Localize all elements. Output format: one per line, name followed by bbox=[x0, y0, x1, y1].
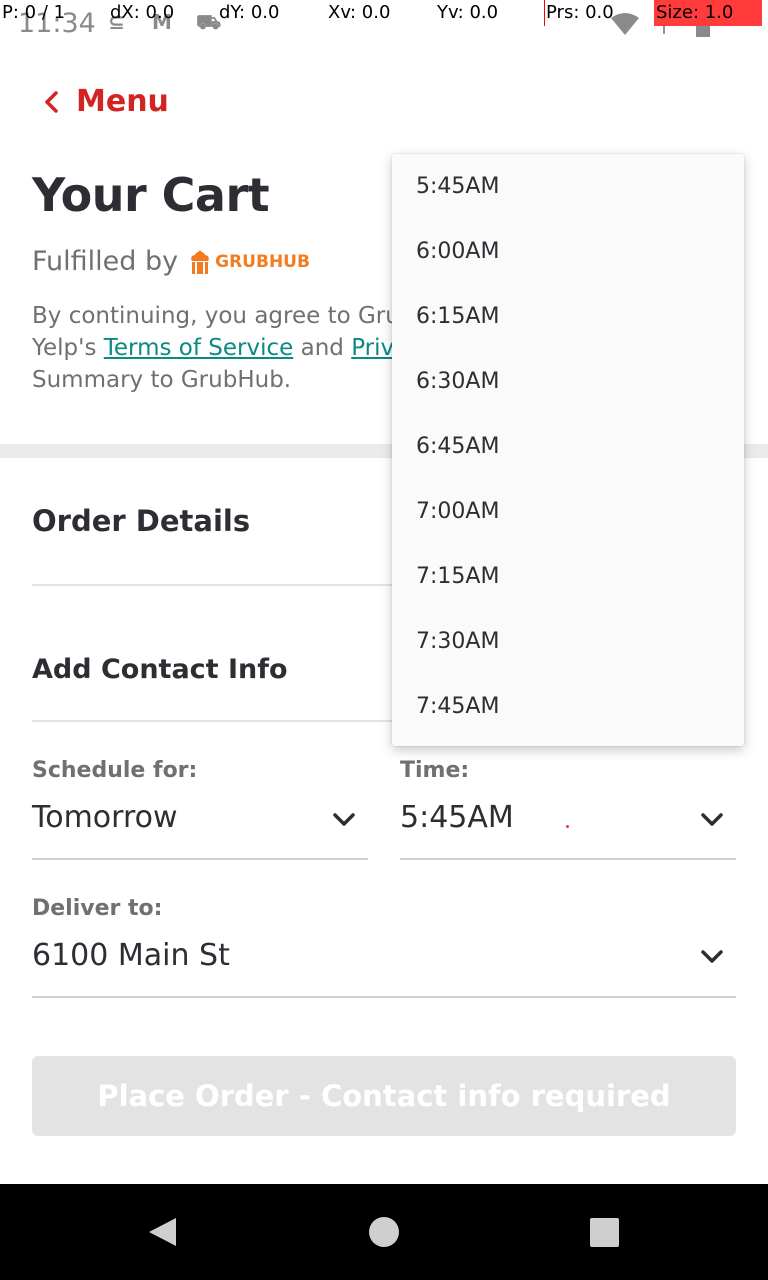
deliver-value: 6100 Main St bbox=[32, 938, 230, 973]
fulfilled-prefix: Fulfilled by bbox=[32, 246, 179, 277]
time-option[interactable]: 7:45AM bbox=[416, 694, 499, 719]
back-label: Menu bbox=[76, 84, 169, 119]
deliver-label: Deliver to: bbox=[32, 896, 163, 921]
chevron-down-icon bbox=[701, 813, 723, 826]
overlay-dy: dY: 0.0 bbox=[219, 2, 280, 23]
legal-text-1: By continuing, you agree to Grub bbox=[32, 303, 415, 329]
chevron-down-icon bbox=[701, 950, 723, 963]
time-underline bbox=[400, 858, 736, 860]
overlay-yv: Yv: 0.0 bbox=[437, 2, 499, 23]
legal-text-3: and bbox=[293, 335, 352, 361]
time-value: 5:45AM bbox=[400, 800, 514, 835]
terms-of-service-link[interactable]: Terms of Service bbox=[104, 335, 294, 361]
time-option[interactable]: 5:45AM bbox=[416, 174, 499, 199]
grubhub-logo-text: GRUBHUB bbox=[215, 251, 310, 272]
overlay-size: Size: 1.0 bbox=[654, 0, 762, 26]
legal-text-4: Summary to GrubHub. bbox=[32, 367, 292, 393]
time-label: Time: bbox=[400, 758, 470, 783]
grubhub-logo-icon bbox=[191, 249, 209, 274]
pointer-debug-overlay: P: 0 / 1 dX: 0.0 dY: 0.0 Xv: 0.0 Yv: 0.0… bbox=[0, 0, 768, 28]
time-option[interactable]: 6:45AM bbox=[416, 434, 499, 459]
page-title: Your Cart bbox=[32, 168, 270, 222]
overlay-pressure: Prs: 0.0 bbox=[546, 2, 614, 23]
schedule-value: Tomorrow bbox=[32, 800, 178, 835]
overlay-marker bbox=[544, 0, 545, 26]
deliver-underline bbox=[32, 996, 736, 998]
legal-text-2: Yelp's bbox=[32, 335, 104, 361]
chevron-left-icon bbox=[45, 90, 58, 113]
time-option[interactable]: 7:00AM bbox=[416, 499, 499, 524]
grubhub-logo: GRUBHUB bbox=[188, 249, 310, 275]
time-option[interactable]: 6:00AM bbox=[416, 239, 499, 264]
fulfilled-by: Fulfilled by GRUBHUB bbox=[32, 246, 310, 277]
nav-back-icon[interactable] bbox=[146, 1216, 178, 1248]
schedule-underline bbox=[32, 858, 368, 860]
touch-indicator bbox=[566, 825, 569, 828]
schedule-label: Schedule for: bbox=[32, 758, 198, 783]
chevron-down-icon bbox=[333, 813, 355, 826]
order-details-title: Order Details bbox=[32, 504, 251, 538]
nav-home-icon[interactable] bbox=[369, 1217, 399, 1247]
nav-recents-icon[interactable] bbox=[590, 1218, 619, 1247]
overlay-dx: dX: 0.0 bbox=[110, 2, 175, 23]
overlay-xv: Xv: 0.0 bbox=[328, 2, 391, 23]
time-option[interactable]: 6:15AM bbox=[416, 304, 499, 329]
place-order-button[interactable]: Place Order - Contact info required bbox=[32, 1056, 736, 1136]
time-option[interactable]: 7:30AM bbox=[416, 629, 499, 654]
add-contact-info-button[interactable]: Add Contact Info bbox=[32, 654, 288, 685]
overlay-pointer-count: P: 0 / 1 bbox=[2, 2, 66, 23]
time-dropdown-menu: 5:45AM 6:00AM 6:15AM 6:30AM 6:45AM 7:00A… bbox=[392, 154, 744, 746]
time-option[interactable]: 6:30AM bbox=[416, 369, 499, 394]
time-option[interactable]: 7:15AM bbox=[416, 564, 499, 589]
back-to-menu-link[interactable]: Menu bbox=[44, 84, 169, 119]
